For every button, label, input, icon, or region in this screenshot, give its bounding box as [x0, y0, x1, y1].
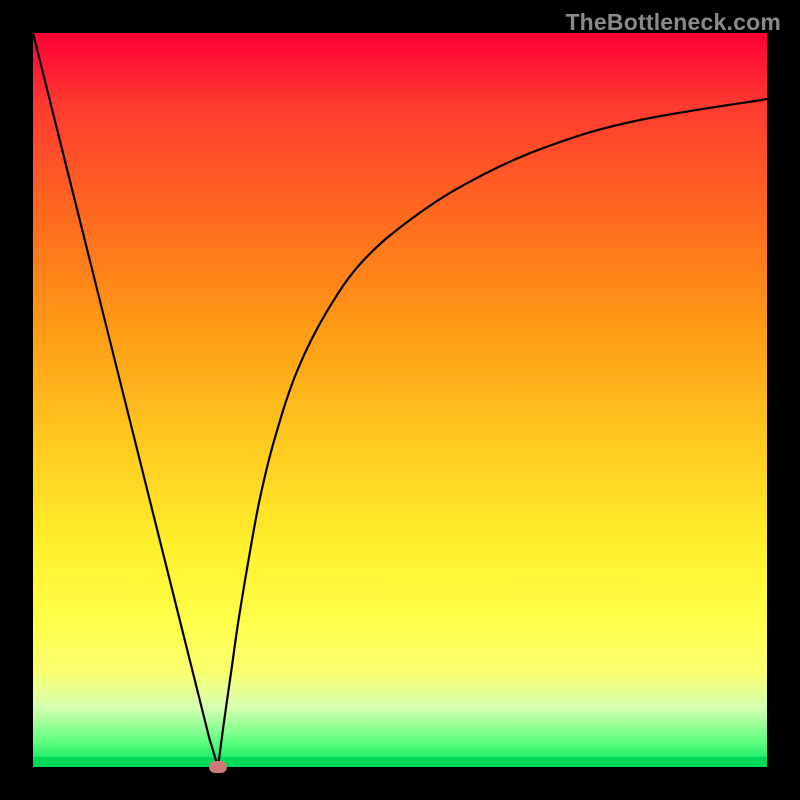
curve-left-branch — [33, 33, 218, 767]
chart-frame: TheBottleneck.com — [0, 0, 800, 800]
minimum-marker — [209, 761, 227, 773]
curve-right-branch — [218, 99, 767, 767]
curve-svg — [33, 33, 767, 767]
plot-area — [33, 33, 767, 767]
watermark-text: TheBottleneck.com — [565, 9, 781, 36]
